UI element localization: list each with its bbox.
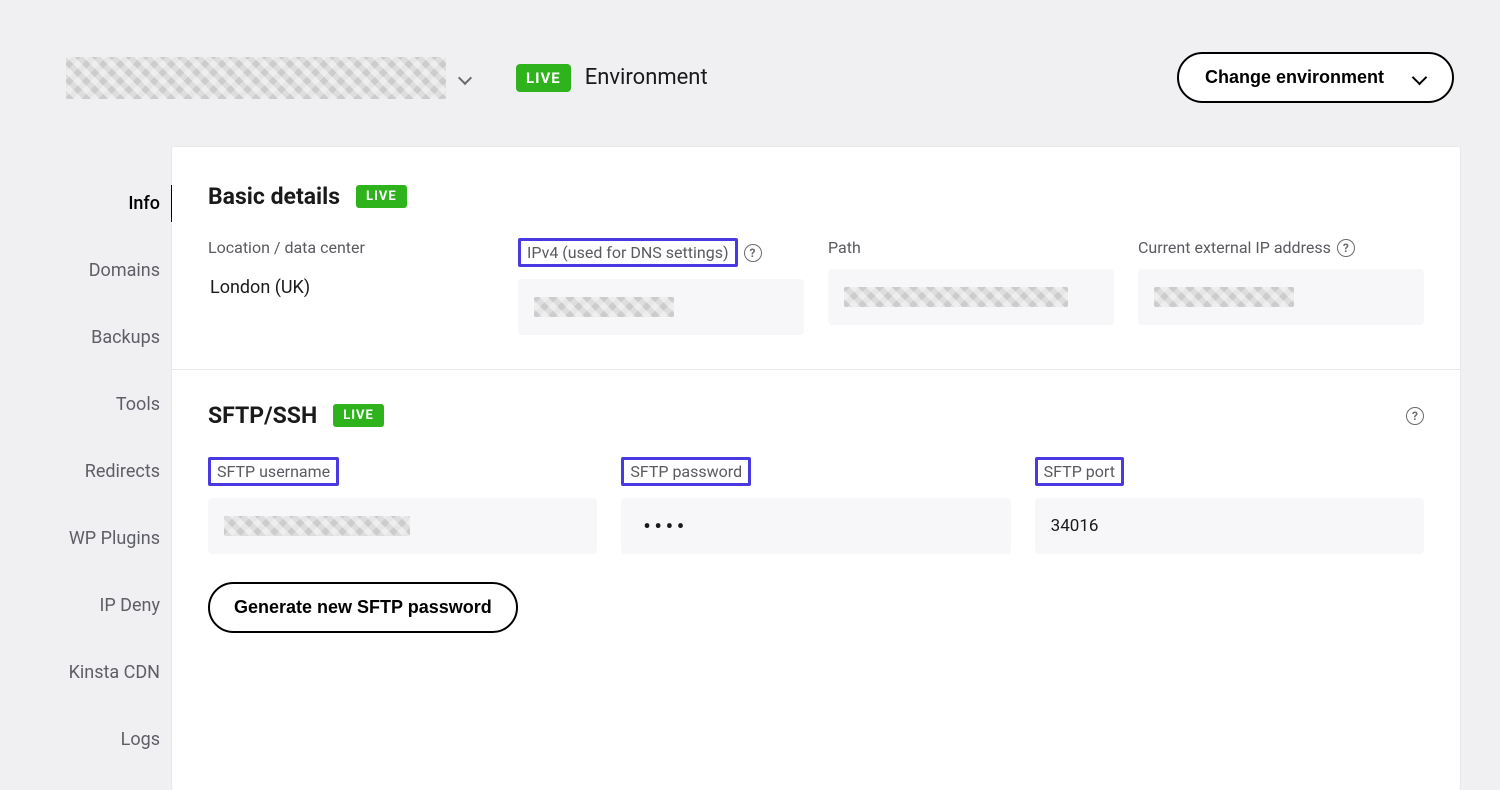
sftp-password-value[interactable]: •••• xyxy=(621,498,1010,554)
sidebar-item-kinsta-cdn[interactable]: Kinsta CDN xyxy=(0,656,172,689)
sidebar: Info Domains Backups Tools Redirects WP … xyxy=(0,147,172,790)
sftp-port-column: SFTP port 34016 xyxy=(1035,457,1424,554)
help-icon[interactable]: ? xyxy=(744,244,762,262)
path-redacted xyxy=(844,287,1068,307)
location-value: London (UK) xyxy=(208,269,494,298)
chevron-down-icon xyxy=(458,71,472,85)
sidebar-item-info[interactable]: Info xyxy=(0,187,172,220)
sftp-password-masked: •••• xyxy=(637,514,688,538)
chevron-down-icon xyxy=(1414,70,1426,82)
live-badge: LIVE xyxy=(356,185,407,208)
top-bar: LIVE Environment Change environment xyxy=(0,0,1500,147)
help-icon[interactable]: ? xyxy=(1406,407,1424,425)
sidebar-item-wp-plugins[interactable]: WP Plugins xyxy=(0,522,172,555)
ipv4-column: IPv4 (used for DNS settings) ? xyxy=(518,238,804,335)
live-badge: LIVE xyxy=(516,64,571,92)
sftp-username-redacted xyxy=(224,516,410,536)
sidebar-item-ip-deny[interactable]: IP Deny xyxy=(0,589,172,622)
location-label: Location / data center xyxy=(208,238,365,257)
environment-label: Environment xyxy=(585,65,708,90)
sftp-password-column: SFTP password •••• xyxy=(621,457,1010,554)
live-badge: LIVE xyxy=(333,404,384,427)
ipv4-redacted xyxy=(534,297,674,317)
location-column: Location / data center London (UK) xyxy=(208,238,494,335)
sftp-title: SFTP/SSH xyxy=(208,402,317,429)
sftp-port-label: SFTP port xyxy=(1035,457,1124,486)
sftp-port-value[interactable]: 34016 xyxy=(1035,498,1424,554)
path-column: Path xyxy=(828,238,1114,335)
sidebar-item-redirects[interactable]: Redirects xyxy=(0,455,172,488)
sftp-port-number: 34016 xyxy=(1051,516,1099,536)
help-icon[interactable]: ? xyxy=(1337,239,1355,257)
sftp-username-column: SFTP username xyxy=(208,457,597,554)
external-ip-redacted xyxy=(1154,287,1294,307)
external-ip-value[interactable] xyxy=(1138,269,1424,325)
basic-details-header: Basic details LIVE xyxy=(208,183,1424,210)
sidebar-item-domains[interactable]: Domains xyxy=(0,254,172,287)
change-environment-button[interactable]: Change environment xyxy=(1177,52,1454,103)
basic-details-title: Basic details xyxy=(208,183,340,210)
basic-details-row: Location / data center London (UK) IPv4 … xyxy=(208,238,1424,335)
sidebar-item-tools[interactable]: Tools xyxy=(0,388,172,421)
site-selector[interactable] xyxy=(66,57,472,99)
sftp-row: SFTP username SFTP password •••• SFTP po… xyxy=(208,457,1424,554)
sftp-header: SFTP/SSH LIVE ? xyxy=(208,402,1424,429)
sftp-username-value[interactable] xyxy=(208,498,597,554)
sidebar-item-logs[interactable]: Logs xyxy=(0,723,172,756)
change-environment-label: Change environment xyxy=(1205,67,1384,88)
sidebar-item-backups[interactable]: Backups xyxy=(0,321,172,354)
ipv4-value[interactable] xyxy=(518,279,804,335)
external-ip-column: Current external IP address ? xyxy=(1138,238,1424,335)
ipv4-label: IPv4 (used for DNS settings) xyxy=(518,238,738,267)
path-label: Path xyxy=(828,238,861,257)
section-divider xyxy=(172,369,1460,370)
site-name-redacted xyxy=(66,57,446,99)
main-panel: Basic details LIVE Location / data cente… xyxy=(172,147,1460,790)
path-value[interactable] xyxy=(828,269,1114,325)
sftp-password-label: SFTP password xyxy=(621,457,751,486)
sftp-username-label: SFTP username xyxy=(208,457,339,486)
generate-sftp-password-button[interactable]: Generate new SFTP password xyxy=(208,582,518,633)
environment-indicator: LIVE Environment xyxy=(516,64,708,92)
external-ip-label: Current external IP address xyxy=(1138,238,1331,257)
